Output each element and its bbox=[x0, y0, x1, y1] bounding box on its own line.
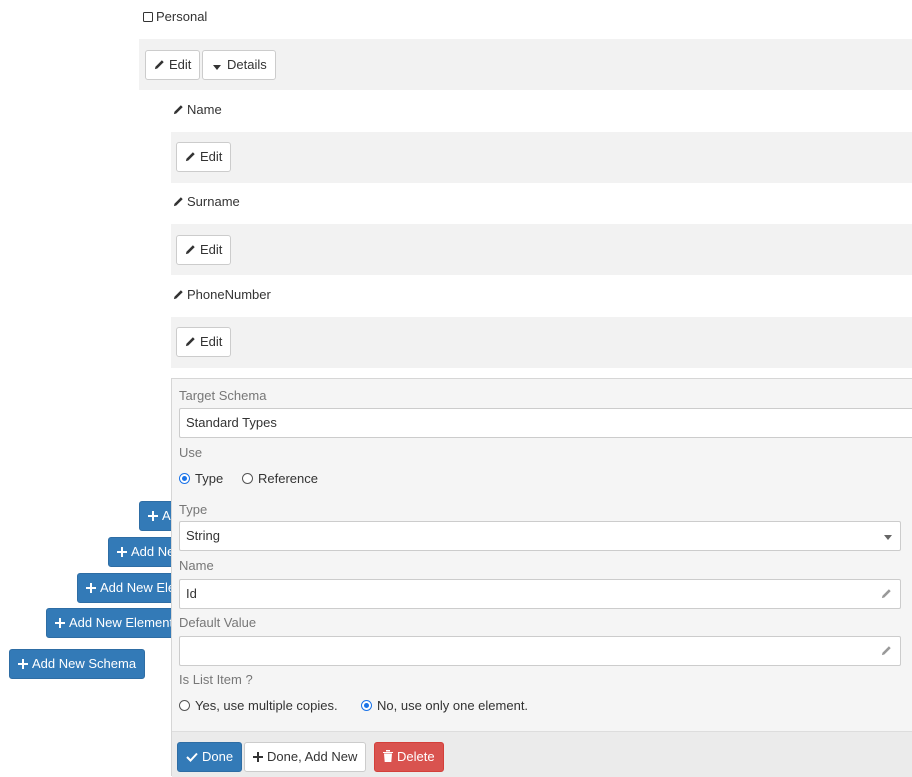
add-new-element-button-level4[interactable]: Add New Element bbox=[139, 501, 172, 531]
pencil-icon bbox=[881, 581, 892, 609]
add-new-element-button-level2[interactable]: Add New Element bbox=[77, 573, 172, 603]
is-list-no-radio[interactable]: No, use only one element. bbox=[361, 696, 528, 716]
done-button[interactable]: Done bbox=[177, 742, 243, 772]
type-label: Type bbox=[179, 502, 208, 517]
check-icon bbox=[186, 744, 198, 772]
checkbox-outline-icon[interactable] bbox=[143, 8, 153, 28]
pencil-icon bbox=[881, 638, 892, 666]
radio-unchecked-icon bbox=[242, 473, 253, 485]
tree-item-phonenumber: PhoneNumber bbox=[173, 285, 271, 305]
caret-down-icon bbox=[884, 522, 892, 550]
pencil-icon bbox=[185, 144, 196, 172]
root-details-button[interactable]: Details bbox=[202, 50, 276, 80]
add-new-element-button-level1[interactable]: Add New Element bbox=[46, 608, 172, 638]
pencil-icon bbox=[173, 193, 184, 213]
pencil-icon bbox=[185, 329, 196, 357]
is-list-item-label: Is List Item ? bbox=[179, 672, 253, 687]
target-schema-input[interactable]: Standard Types bbox=[179, 408, 912, 438]
default-value-input[interactable] bbox=[179, 636, 901, 666]
pencil-icon bbox=[154, 52, 165, 80]
name-input[interactable]: Id bbox=[179, 579, 901, 609]
default-value-label: Default Value bbox=[179, 615, 257, 630]
name-label: Name bbox=[179, 558, 214, 573]
trash-icon bbox=[383, 744, 393, 772]
use-reference-radio[interactable]: Reference bbox=[242, 469, 318, 489]
type-select[interactable]: String bbox=[179, 521, 901, 551]
root-edit-button[interactable]: Edit bbox=[145, 50, 201, 80]
tree-item-surname: Surname bbox=[173, 192, 240, 212]
is-list-yes-radio[interactable]: Yes, use multiple copies. bbox=[179, 696, 338, 716]
plus-icon bbox=[117, 539, 127, 567]
add-new-schema-button[interactable]: Add New Schema bbox=[9, 649, 146, 679]
phonenumber-actions-band bbox=[171, 317, 912, 368]
plus-icon bbox=[18, 651, 28, 679]
surname-edit-button[interactable]: Edit bbox=[176, 235, 232, 265]
use-label: Use bbox=[179, 445, 203, 460]
tree-item-name: Name bbox=[173, 100, 222, 120]
tree-root-label: Personal bbox=[156, 9, 208, 24]
plus-icon bbox=[148, 503, 158, 531]
caret-down-icon bbox=[213, 52, 221, 80]
done-add-new-button[interactable]: Done, Add New bbox=[244, 742, 367, 772]
add-new-element-button-level3[interactable]: Add New Element bbox=[108, 537, 172, 567]
phonenumber-edit-button[interactable]: Edit bbox=[176, 327, 232, 357]
plus-icon bbox=[86, 575, 96, 603]
radio-checked-icon bbox=[179, 473, 190, 485]
plus-icon bbox=[253, 744, 263, 772]
name-actions-band bbox=[171, 132, 912, 183]
radio-unchecked-icon bbox=[179, 700, 190, 712]
plus-icon bbox=[55, 610, 65, 638]
pencil-icon bbox=[173, 286, 184, 306]
pencil-icon bbox=[185, 237, 196, 265]
target-schema-label: Target Schema bbox=[179, 388, 267, 403]
delete-button[interactable]: Delete bbox=[374, 742, 444, 772]
pencil-icon bbox=[173, 101, 184, 121]
name-edit-button[interactable]: Edit bbox=[176, 142, 232, 172]
use-type-radio[interactable]: Type bbox=[179, 469, 223, 489]
tree-root-personal: Personal bbox=[143, 7, 207, 27]
radio-checked-icon bbox=[361, 700, 372, 712]
surname-actions-band bbox=[171, 224, 912, 275]
